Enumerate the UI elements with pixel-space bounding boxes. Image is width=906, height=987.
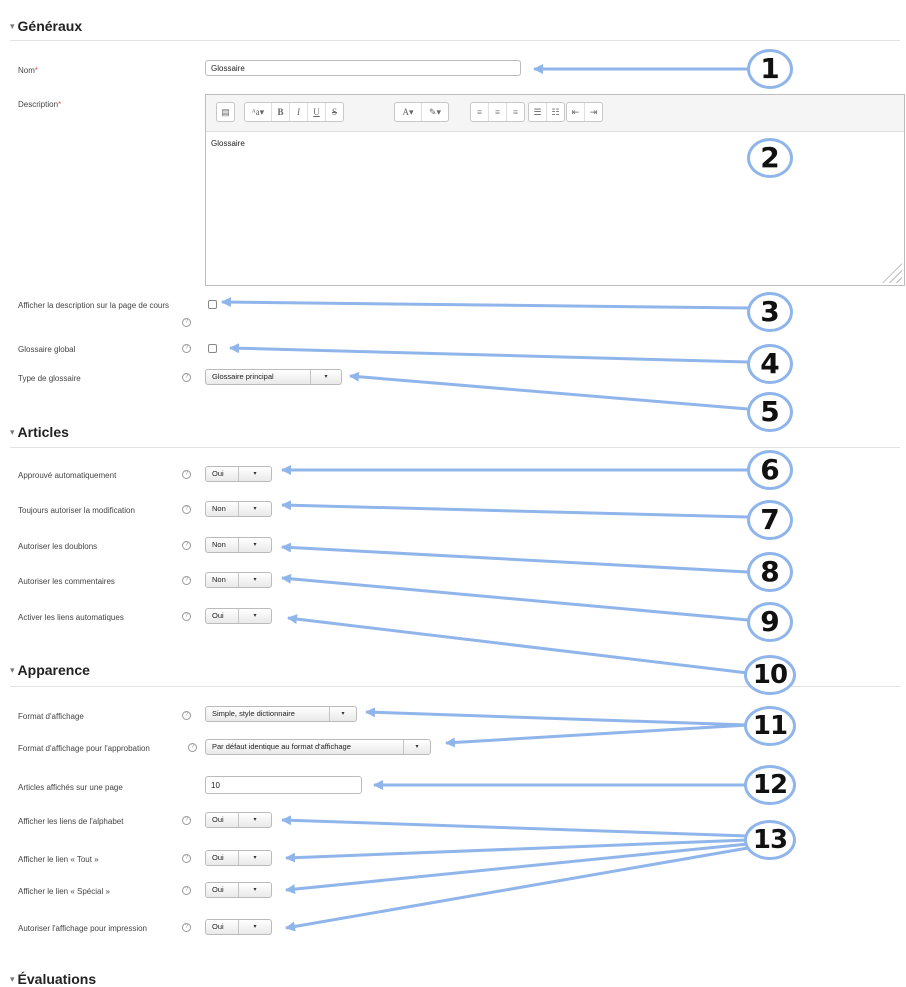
arrow-line — [349, 371, 749, 411]
arrow-line — [287, 614, 749, 675]
arrow-line — [281, 573, 749, 622]
arrow-line — [285, 838, 749, 863]
callout-badge-11: 11 — [744, 706, 796, 746]
arrow-line — [229, 343, 749, 364]
callout-badge-6: 6 — [747, 450, 793, 490]
callout-badge-1: 1 — [747, 49, 793, 89]
arrow-line — [281, 815, 749, 838]
callout-badge-8: 8 — [747, 552, 793, 592]
arrow-line — [445, 723, 749, 748]
arrow-line — [281, 500, 749, 519]
arrow-line — [285, 846, 749, 932]
arrow-line — [285, 842, 749, 895]
callout-badge-3: 3 — [747, 292, 793, 332]
callout-badge-4: 4 — [747, 344, 793, 384]
callout-badge-13: 13 — [744, 820, 796, 860]
arrow-line — [221, 297, 749, 310]
callout-badge-9: 9 — [747, 602, 793, 642]
arrow-line — [281, 542, 749, 574]
callout-badge-10: 10 — [744, 655, 796, 695]
callout-badge-12: 12 — [744, 765, 796, 805]
callout-badge-5: 5 — [747, 392, 793, 432]
arrow-line — [365, 707, 749, 727]
callout-badge-7: 7 — [747, 500, 793, 540]
callout-badge-2: 2 — [747, 138, 793, 178]
